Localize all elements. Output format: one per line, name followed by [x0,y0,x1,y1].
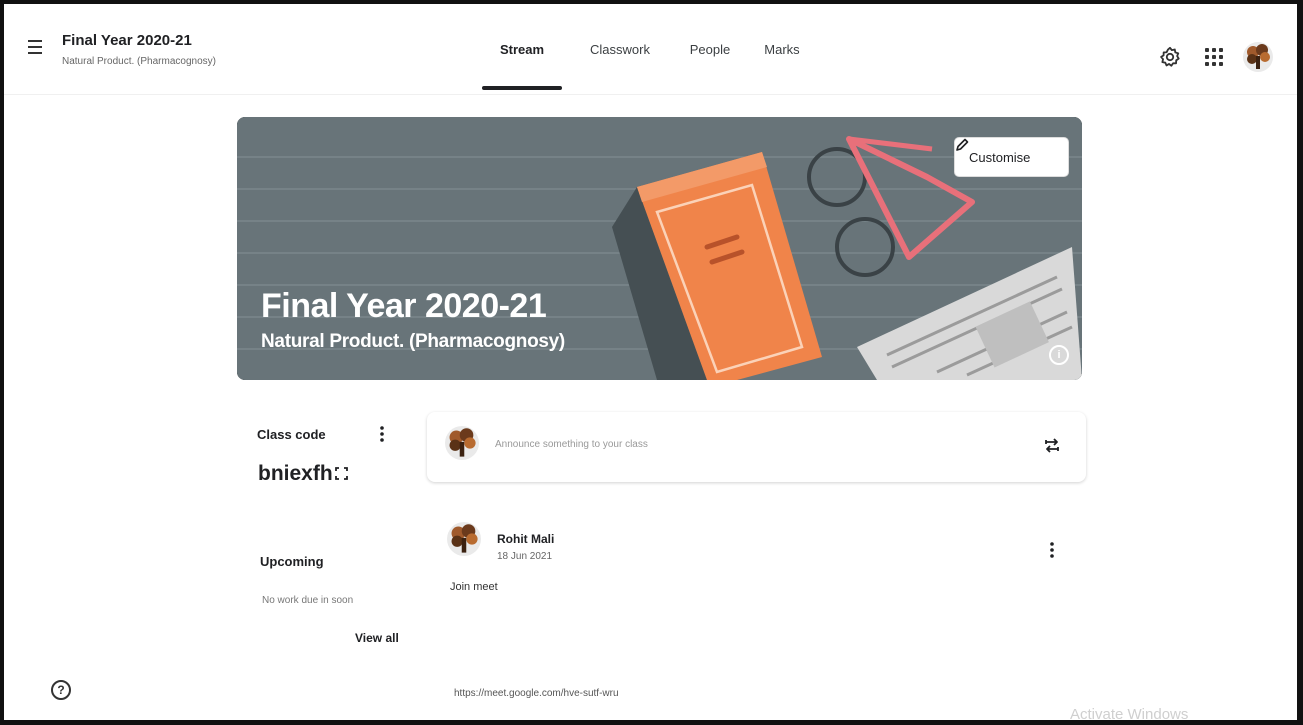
class-code-label: Class code [257,427,326,442]
more-vert-icon[interactable] [1046,540,1058,560]
announce-placeholder: Announce something to your class [495,439,648,450]
tab-stream[interactable]: Stream [482,4,562,94]
top-app-bar: Final Year 2020-21 Natural Product. (Pha… [4,4,1297,94]
customise-label: Customise [969,149,1031,165]
menu-icon[interactable] [28,40,50,58]
upcoming-empty-text: No work due in soon [262,595,354,606]
pencil-icon [956,138,969,151]
info-icon[interactable]: i [1049,345,1069,365]
class-code-value: bniexfh [258,462,333,485]
post-author: Rohit Mali [497,532,555,546]
gear-icon[interactable] [1159,46,1181,68]
tab-classwork[interactable]: Classwork [570,4,670,94]
post-link[interactable]: https://meet.google.com/hve-sutf-wru [454,688,619,699]
post-text: Join meet [450,581,498,593]
help-icon[interactable]: ? [51,680,71,700]
user-avatar [445,426,479,460]
repost-icon[interactable] [1043,434,1061,456]
tab-marks[interactable]: Marks [750,4,814,94]
class-banner: Final Year 2020-21 Natural Product. (Pha… [237,117,1082,380]
tab-classwork-label: Classwork [590,41,650,57]
upcoming-label: Upcoming [260,554,324,569]
class-subtitle: Natural Product. (Pharmacognosy) [62,56,216,67]
more-vert-icon[interactable] [376,424,388,444]
profile-avatar[interactable] [1243,42,1273,72]
stream-post: Rohit Mali 18 Jun 2021 Join meet https:/… [427,504,1086,719]
header-divider [4,94,1297,95]
banner-title: Final Year 2020-21 [261,287,547,325]
post-date: 18 Jun 2021 [497,551,553,562]
tab-marks-label: Marks [764,41,800,57]
tab-people[interactable]: People [676,4,744,94]
activate-windows-watermark: Activate Windows [1070,706,1189,723]
customise-button[interactable]: Customise [954,137,1069,177]
apps-grid-icon[interactable] [1205,48,1223,66]
top-right-actions [1159,42,1273,72]
screen: Final Year 2020-21 Natural Product. (Pha… [0,0,1303,725]
active-tab-indicator [482,86,562,90]
fullscreen-icon[interactable] [335,467,348,480]
tab-stream-label: Stream [499,41,545,57]
tab-people-label: People [689,41,731,57]
announce-box[interactable]: Announce something to your class [427,412,1086,482]
post-author-avatar [447,522,481,556]
banner-subtitle: Natural Product. (Pharmacognosy) [261,331,565,352]
class-title[interactable]: Final Year 2020-21 [62,32,192,49]
view-all-link[interactable]: View all [355,631,399,645]
tab-bar: Stream Classwork People Marks [482,4,814,94]
